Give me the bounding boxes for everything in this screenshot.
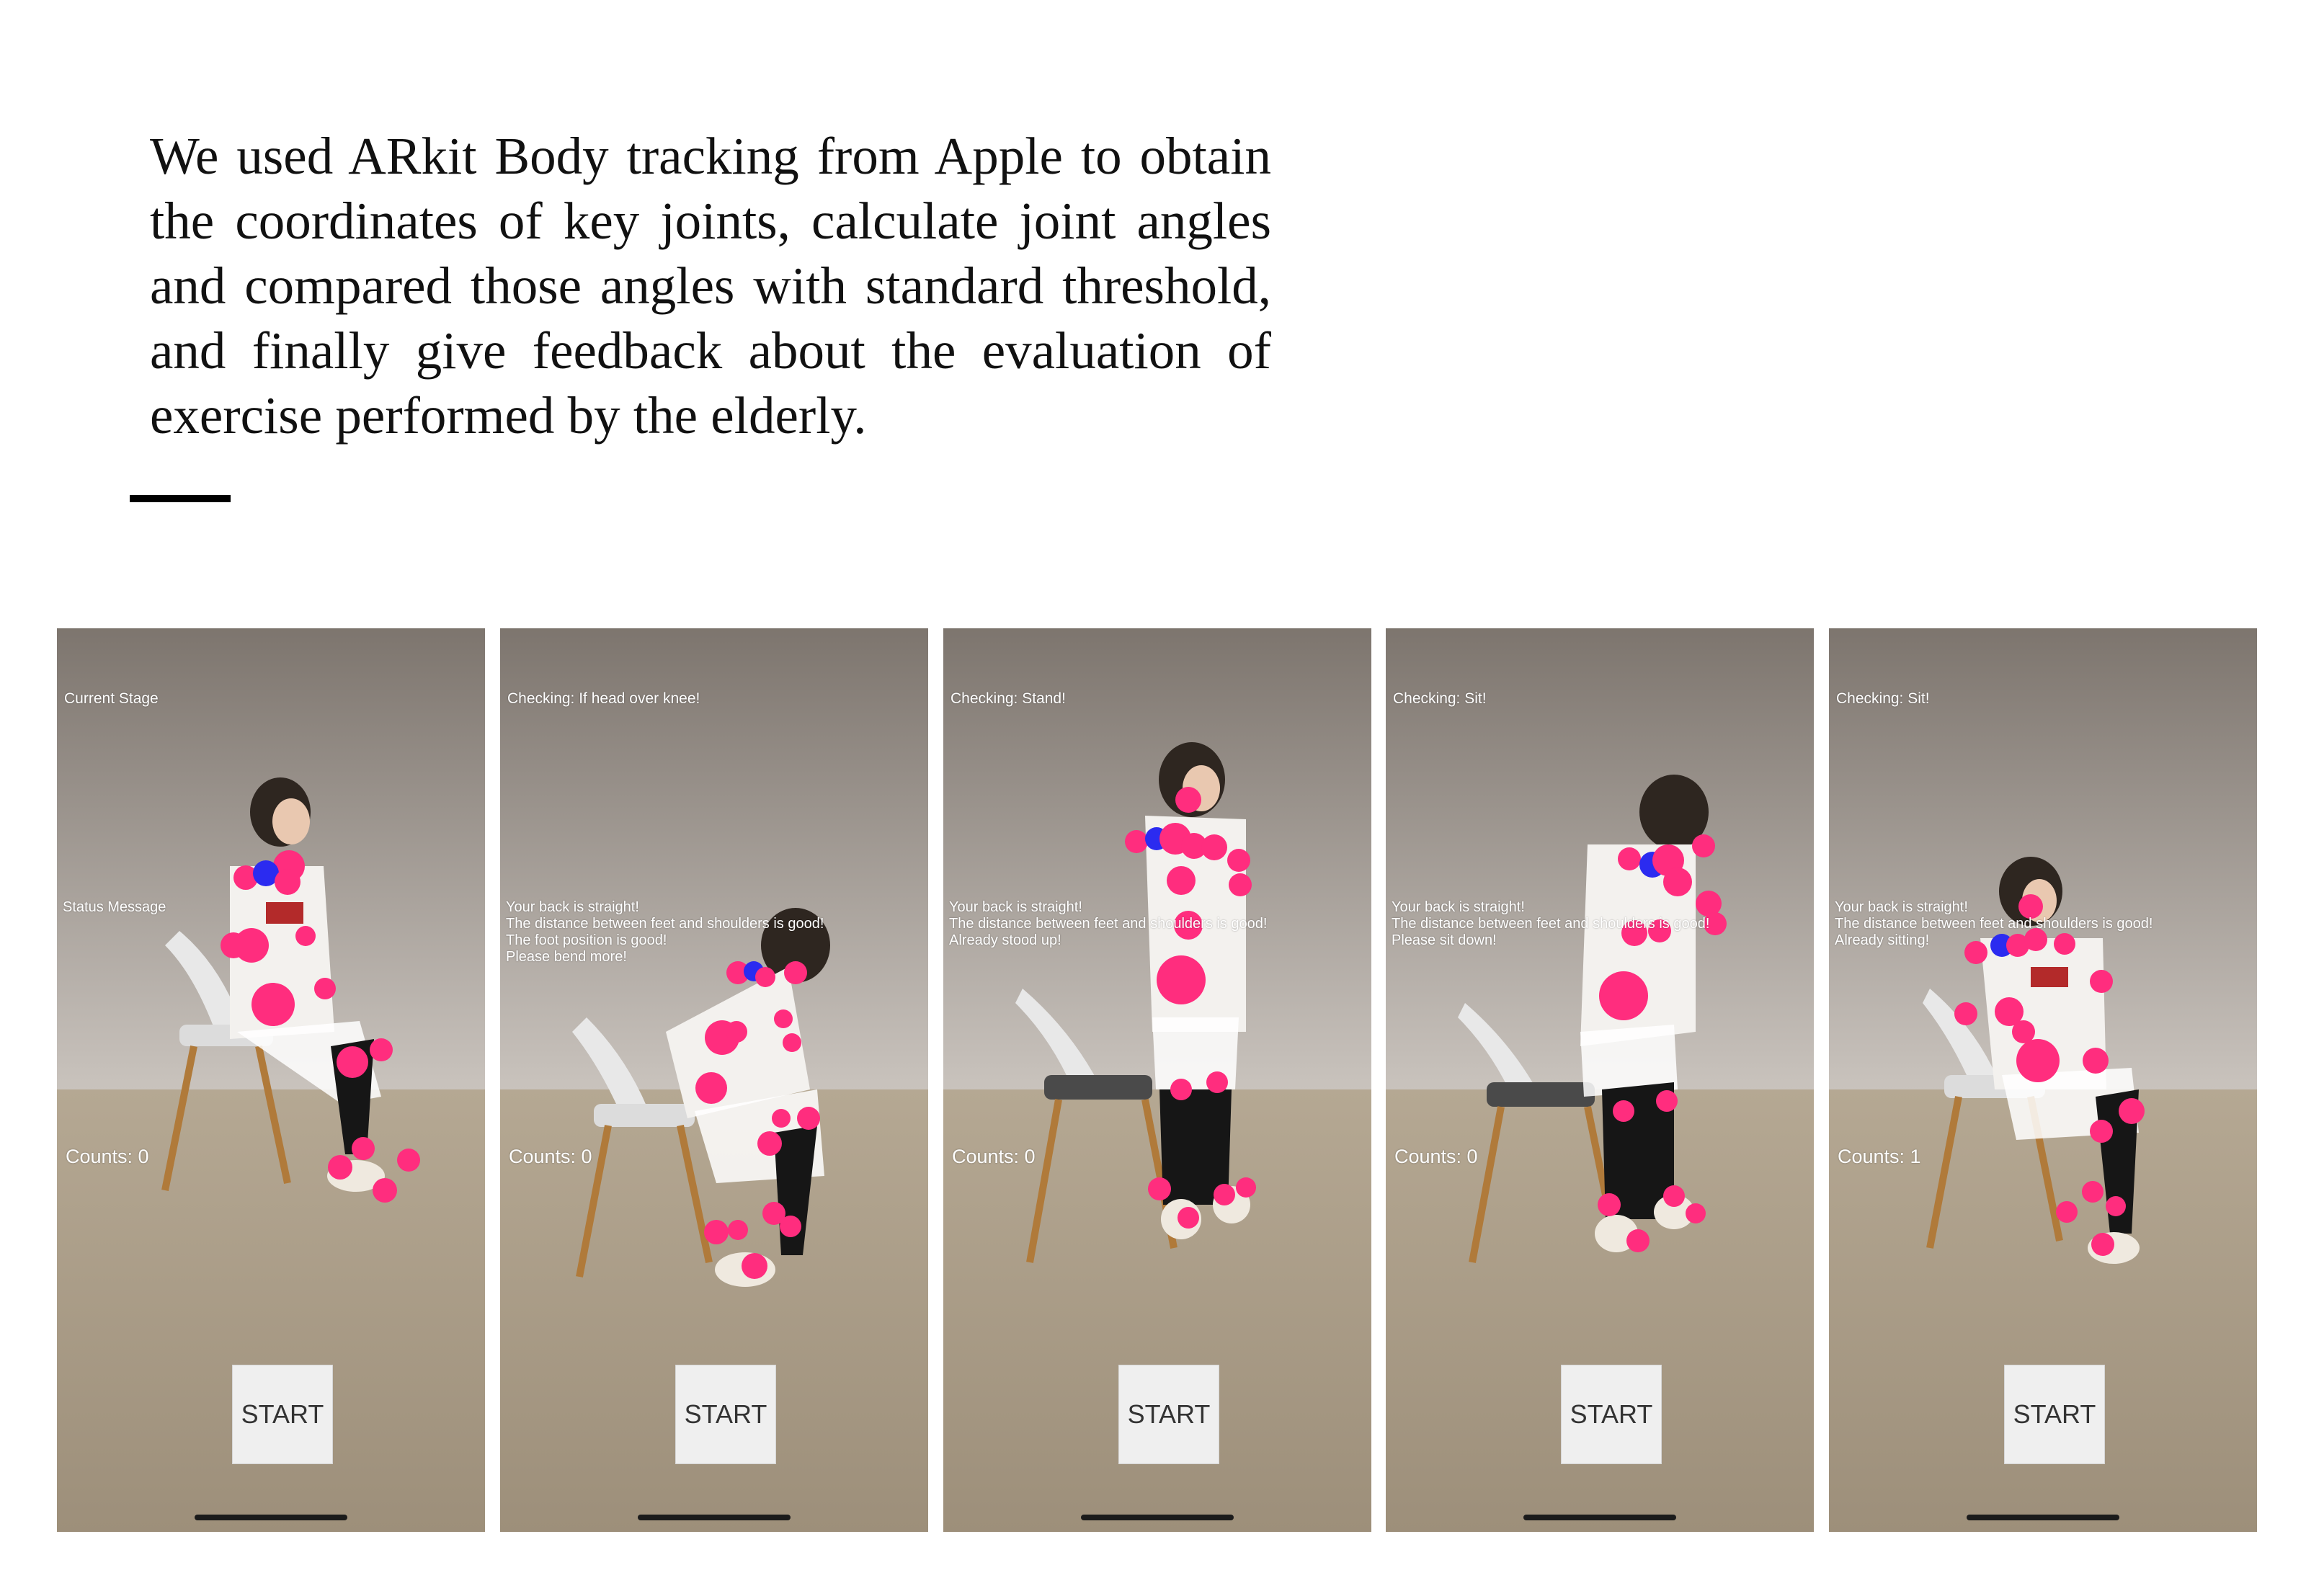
- status-line: Your back is straight!: [1835, 899, 1968, 915]
- status-message: Your back is straight! The distance betw…: [1835, 899, 2153, 949]
- status-line: The distance between feet and shoulders …: [1835, 916, 2153, 932]
- current-stage-label: Current Stage: [64, 690, 159, 707]
- divider-rule: [130, 495, 231, 502]
- status-line: Please sit down!: [1392, 932, 1497, 948]
- phone-screen-4: Checking: Sit! Your back is straight! Th…: [1386, 628, 1814, 1532]
- status-line: Already sitting!: [1835, 932, 1930, 948]
- status-line: The foot position is good!: [506, 932, 667, 948]
- current-stage-label: Checking: Sit!: [1393, 690, 1487, 707]
- start-button[interactable]: START: [1118, 1365, 1219, 1464]
- start-button[interactable]: START: [232, 1365, 333, 1464]
- counts-label: Counts: 1: [1838, 1146, 1921, 1167]
- phone-screen-2: Checking: If head over knee! Your back i…: [500, 628, 928, 1532]
- status-line: The distance between feet and shoulders …: [1392, 916, 1710, 932]
- status-line: The distance between feet and shoulders …: [506, 916, 824, 932]
- status-line: Your back is straight!: [1392, 899, 1525, 915]
- status-message: Your back is straight! The distance betw…: [1392, 899, 1709, 949]
- status-line: Status Message: [63, 899, 166, 915]
- current-stage-label: Checking: Stand!: [951, 690, 1066, 707]
- home-indicator[interactable]: [638, 1515, 791, 1520]
- start-button[interactable]: START: [675, 1365, 776, 1464]
- counts-label: Counts: 0: [952, 1146, 1036, 1167]
- status-message: Your back is straight! The distance betw…: [949, 899, 1267, 949]
- home-indicator[interactable]: [1081, 1515, 1234, 1520]
- phone-screen-1: Current Stage Status Message Counts: 0 S…: [57, 628, 485, 1532]
- current-stage-label: Checking: Sit!: [1836, 690, 1930, 707]
- status-line: Already stood up!: [949, 932, 1061, 948]
- counts-label: Counts: 0: [66, 1146, 149, 1167]
- counts-label: Counts: 0: [1394, 1146, 1478, 1167]
- status-line: Your back is straight!: [949, 899, 1082, 915]
- start-button[interactable]: START: [1561, 1365, 1662, 1464]
- home-indicator[interactable]: [1967, 1515, 2119, 1520]
- status-message: Your back is straight! The distance betw…: [506, 899, 824, 966]
- intro-paragraph: We used ARkit Body tracking from Apple t…: [150, 127, 1271, 445]
- counts-label: Counts: 0: [509, 1146, 592, 1167]
- status-message: Status Message: [63, 899, 166, 916]
- status-line: The distance between feet and shoulders …: [949, 916, 1268, 932]
- status-line: Please bend more!: [506, 949, 627, 965]
- start-button[interactable]: START: [2004, 1365, 2105, 1464]
- home-indicator[interactable]: [195, 1515, 347, 1520]
- status-line: Your back is straight!: [506, 899, 639, 915]
- current-stage-label: Checking: If head over knee!: [507, 690, 700, 707]
- phone-screen-5: Checking: Sit! Your back is straight! Th…: [1829, 628, 2257, 1532]
- home-indicator[interactable]: [1523, 1515, 1676, 1520]
- phone-screen-3: Checking: Stand! Your back is straight! …: [943, 628, 1371, 1532]
